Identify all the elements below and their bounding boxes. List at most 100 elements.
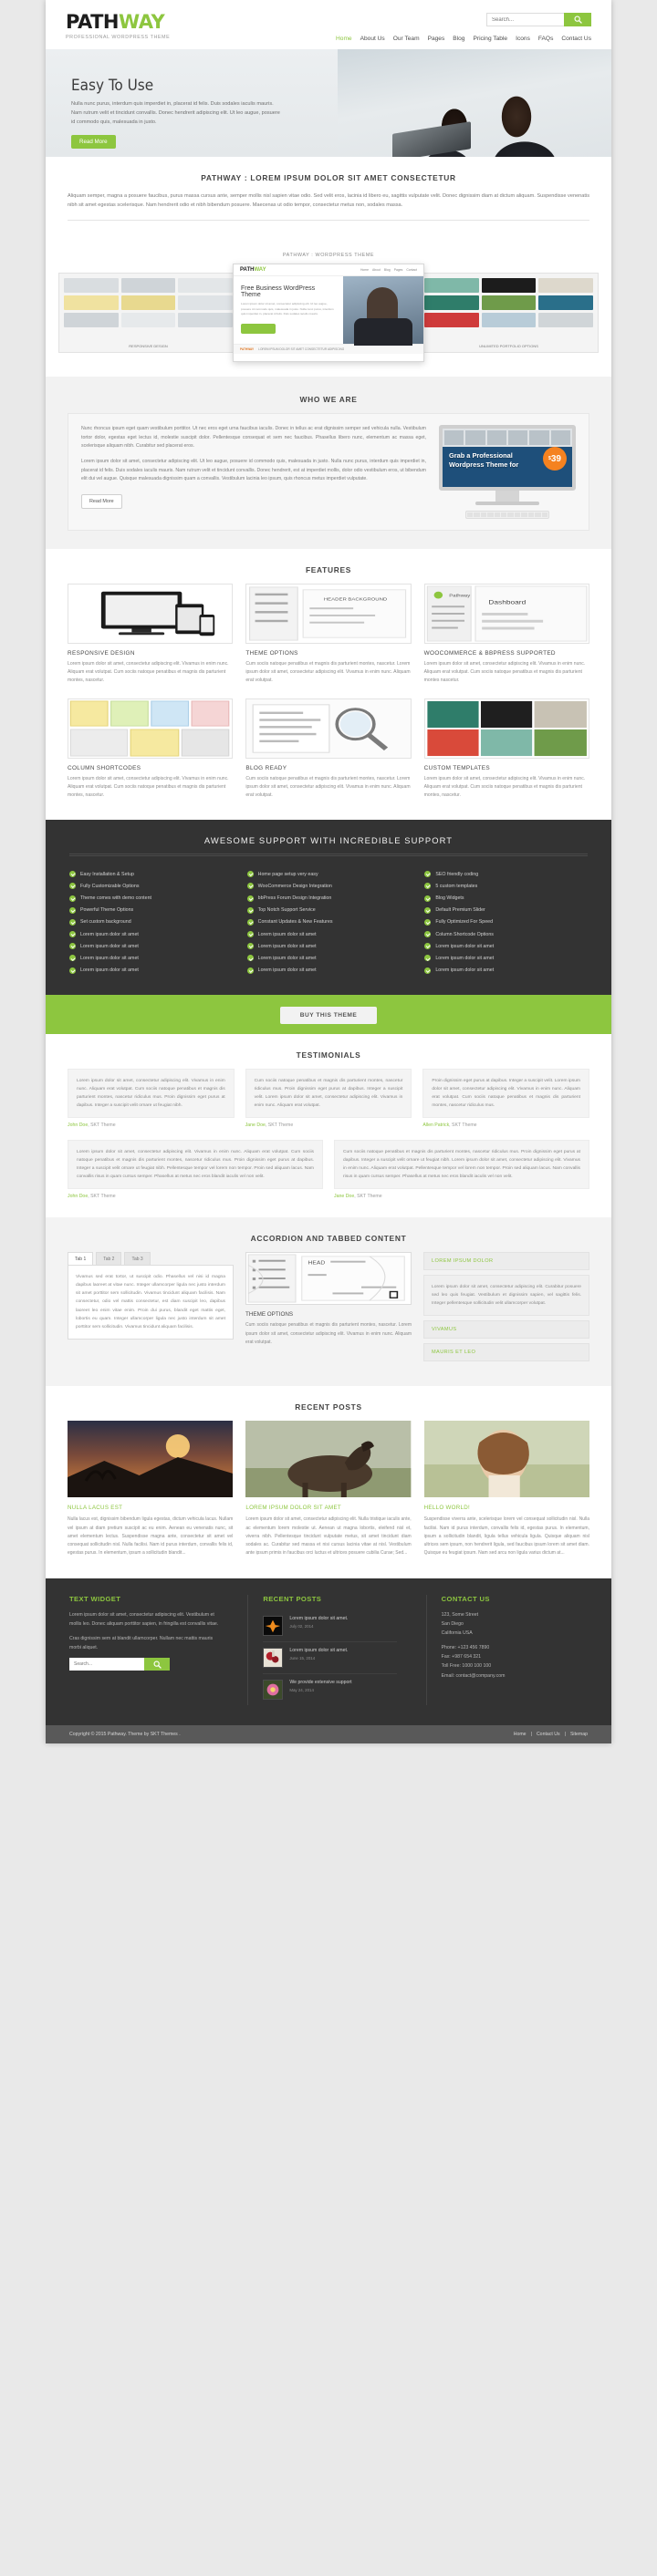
- monitor-base: [475, 502, 539, 506]
- nav-item-blog[interactable]: Blog: [453, 36, 464, 42]
- main-navigation[interactable]: Home About Us Our Team Pages Blog Pricing Tab…: [336, 36, 591, 42]
- tab-tab-1[interactable]: Tab 1: [68, 1252, 94, 1266]
- footer-post-title[interactable]: We provide extensive support: [289, 1680, 351, 1686]
- tab-tab-3[interactable]: Tab 3: [124, 1252, 151, 1266]
- footer-post-title[interactable]: Lorem ipsum dolor sit amet.: [289, 1616, 348, 1622]
- phone: Phone: +123 456 7890: [441, 1645, 490, 1651]
- check-icon: [424, 955, 432, 962]
- features-section: FEATURES RESPONSIVE DESIGN Lorem ipsum d…: [46, 549, 611, 821]
- check-icon: [69, 871, 76, 878]
- logo[interactable]: PATHWAY PROFESSIONAL WORDPRESS THEME: [66, 11, 170, 41]
- feature-title: WOOCOMMERCE & BBPRESS SUPPORTED: [423, 650, 556, 657]
- support-item-label: Top Notch Support Service: [257, 907, 316, 914]
- preview-copy: Free Business WordPress Theme Lorem ipsu…: [234, 276, 343, 344]
- feature-title: COLUMN SHORTCODES: [68, 764, 141, 771]
- footer-post-title[interactable]: Lorem ipsum dolor sit amet.: [289, 1648, 348, 1654]
- post-excerpt: Lorem ipsum dolor sit amet, consectetur …: [245, 1516, 412, 1557]
- footer-post-item[interactable]: Lorem ipsum dolor sit amet. June 15, 201…: [263, 1642, 397, 1674]
- accordion-list[interactable]: LOREM IPSUM DOLOR Lorem ipsum dolor sit a…: [423, 1252, 589, 1366]
- footer-post-item[interactable]: Lorem ipsum dolor sit amet. July 02, 201…: [263, 1610, 397, 1642]
- author-role: , SKT Theme: [265, 1122, 294, 1128]
- header-search[interactable]: [486, 13, 591, 26]
- search-icon: [153, 1660, 162, 1669]
- promo-monitor[interactable]: Grab a Professional Wordpress Theme for …: [439, 425, 576, 520]
- footer-post-date: July 02, 2014: [289, 1623, 314, 1629]
- feature-text: Lorem ipsum dolor sit amet, consectetur …: [423, 661, 586, 684]
- check-icon: [246, 931, 254, 938]
- who-we-are-read-more-button[interactable]: Read More: [81, 493, 122, 509]
- check-icon: [246, 943, 254, 950]
- check-icon: [424, 931, 432, 938]
- feature-title: THEME OPTIONS: [245, 650, 298, 657]
- support-columns: Easy Installation & Setup Fully Customiza…: [69, 868, 588, 977]
- footer-text-widget-p2: Cras dignissim sem at blandit ullamcorpe…: [69, 1635, 214, 1651]
- tab-strip[interactable]: Tab 1 Tab 2 Tab 3: [68, 1252, 234, 1266]
- feature-card: RESPONSIVE DESIGN Lorem ipsum dolor sit …: [68, 584, 234, 685]
- nav-item-icons[interactable]: Icons: [516, 36, 530, 42]
- search-button[interactable]: [564, 13, 591, 26]
- support-list-item: Easy Installation & Setup: [69, 868, 233, 880]
- recent-posts-section: RECENT POSTS NULLA LACUS EST Nulla lacus…: [46, 1386, 611, 1578]
- accordion-header[interactable]: LOREM IPSUM DOLOR: [423, 1252, 589, 1271]
- nav-item-home[interactable]: Home: [336, 36, 352, 42]
- price-badge: $39: [543, 447, 567, 471]
- support-column-1: Easy Installation & Setup Fully Customiza…: [69, 868, 233, 977]
- nav-item-about-us[interactable]: About Us: [360, 36, 385, 42]
- footer-post-date: June 15, 2014: [289, 1655, 316, 1660]
- preview-read-more-button[interactable]: [241, 323, 276, 334]
- buy-theme-button[interactable]: BUY THIS THEME: [279, 1006, 378, 1024]
- support-divider: [69, 853, 588, 857]
- svg-text:Pathway: Pathway: [449, 594, 470, 598]
- footer-post-item[interactable]: We provide extensive support May 24, 201…: [263, 1674, 396, 1705]
- accordion-header[interactable]: MAURIS ET LEO: [423, 1343, 589, 1362]
- footer-link-contact-us[interactable]: Contact Us: [537, 1732, 560, 1737]
- email[interactable]: Email: contact@company.com: [442, 1673, 506, 1679]
- footer-contact-details: Phone: +123 456 7890 Fax: +987 654 321 T…: [442, 1643, 575, 1681]
- hero-read-more-button[interactable]: Read More: [71, 135, 116, 150]
- post-title[interactable]: HELLO WORLD!: [424, 1505, 589, 1511]
- post-title[interactable]: NULLA LACUS EST: [68, 1505, 233, 1511]
- header-right: Home About Us Our Team Pages Blog Pricing Tab…: [336, 13, 591, 42]
- showcase-left-panel[interactable]: RESPONSIVE DESIGN: [58, 273, 238, 354]
- testimonial: Cum sociis natoque penatibus et magnis d…: [334, 1140, 589, 1199]
- accordion-title: ACCORDION AND TABBED CONTENT: [250, 1234, 407, 1244]
- nav-item-pages[interactable]: Pages: [428, 36, 445, 42]
- post-title[interactable]: LOREM IPSUM DOLOR SIT AMET: [245, 1505, 411, 1511]
- copyright-links[interactable]: Home | Contact Us | Sitemap: [514, 1732, 588, 1737]
- footer-search-input[interactable]: [69, 1658, 144, 1671]
- check-icon: [424, 871, 432, 878]
- hero-title: Easy To Use: [71, 77, 154, 95]
- feature-image: [68, 584, 234, 645]
- testimonial-text: Proin dignissim eget purus at dapibus. I…: [422, 1068, 589, 1118]
- preview-body: Free Business WordPress Theme Lorem ipsu…: [234, 276, 423, 347]
- nav-item-pricing-table[interactable]: Pricing Table: [473, 36, 507, 42]
- preview-nav-item: Pages: [393, 268, 403, 273]
- post-thumbnail[interactable]: [423, 1421, 589, 1498]
- check-icon: [424, 906, 432, 914]
- search-input[interactable]: [486, 13, 564, 26]
- support-item-label: Lorem ipsum dolor sit amet: [257, 931, 317, 937]
- footer-search-button[interactable]: [144, 1658, 170, 1671]
- showcase-right-panel[interactable]: UNLIMITED PORTFOLIO OPTIONS: [419, 273, 599, 354]
- preview-logo: PATHWAY: [240, 267, 266, 274]
- hero-slider: Easy To Use Nulla nunc purus, interdum q…: [46, 49, 611, 157]
- showcase-center-preview[interactable]: PATHWAY Home About Blog Pages Contact Free B…: [233, 264, 424, 363]
- support-item-label: Powerful Theme Options: [80, 907, 134, 914]
- support-item-label: Column Shortcode Options: [435, 931, 494, 937]
- theme-options-text: Cum sociis natoque penatibus et magnis d…: [245, 1322, 412, 1345]
- post-thumbnail[interactable]: [245, 1421, 412, 1498]
- logo-text-part-a: PATH: [66, 11, 120, 33]
- footer-search[interactable]: [69, 1658, 218, 1671]
- accordion-header[interactable]: VIVAMUS: [423, 1320, 589, 1340]
- support-column-2: Home page setup very easy WooCommerce Des…: [246, 868, 411, 977]
- footer-link-home[interactable]: Home: [514, 1732, 527, 1737]
- check-icon: [424, 883, 432, 890]
- tab-tab-2[interactable]: Tab 2: [96, 1252, 122, 1266]
- hero-caption: Easy To Use Nulla nunc purus, interdum q…: [71, 77, 281, 150]
- nav-item-faqs[interactable]: FAQs: [538, 36, 554, 42]
- nav-item-contact-us[interactable]: Contact Us: [561, 36, 591, 42]
- footer-link-sitemap[interactable]: Sitemap: [570, 1732, 588, 1737]
- showcase-section: PATHWAY : WORDPRESS THEME RESPONSIVE DES…: [46, 247, 611, 378]
- post-thumbnail[interactable]: [68, 1421, 234, 1498]
- nav-item-our-team[interactable]: Our Team: [393, 36, 420, 42]
